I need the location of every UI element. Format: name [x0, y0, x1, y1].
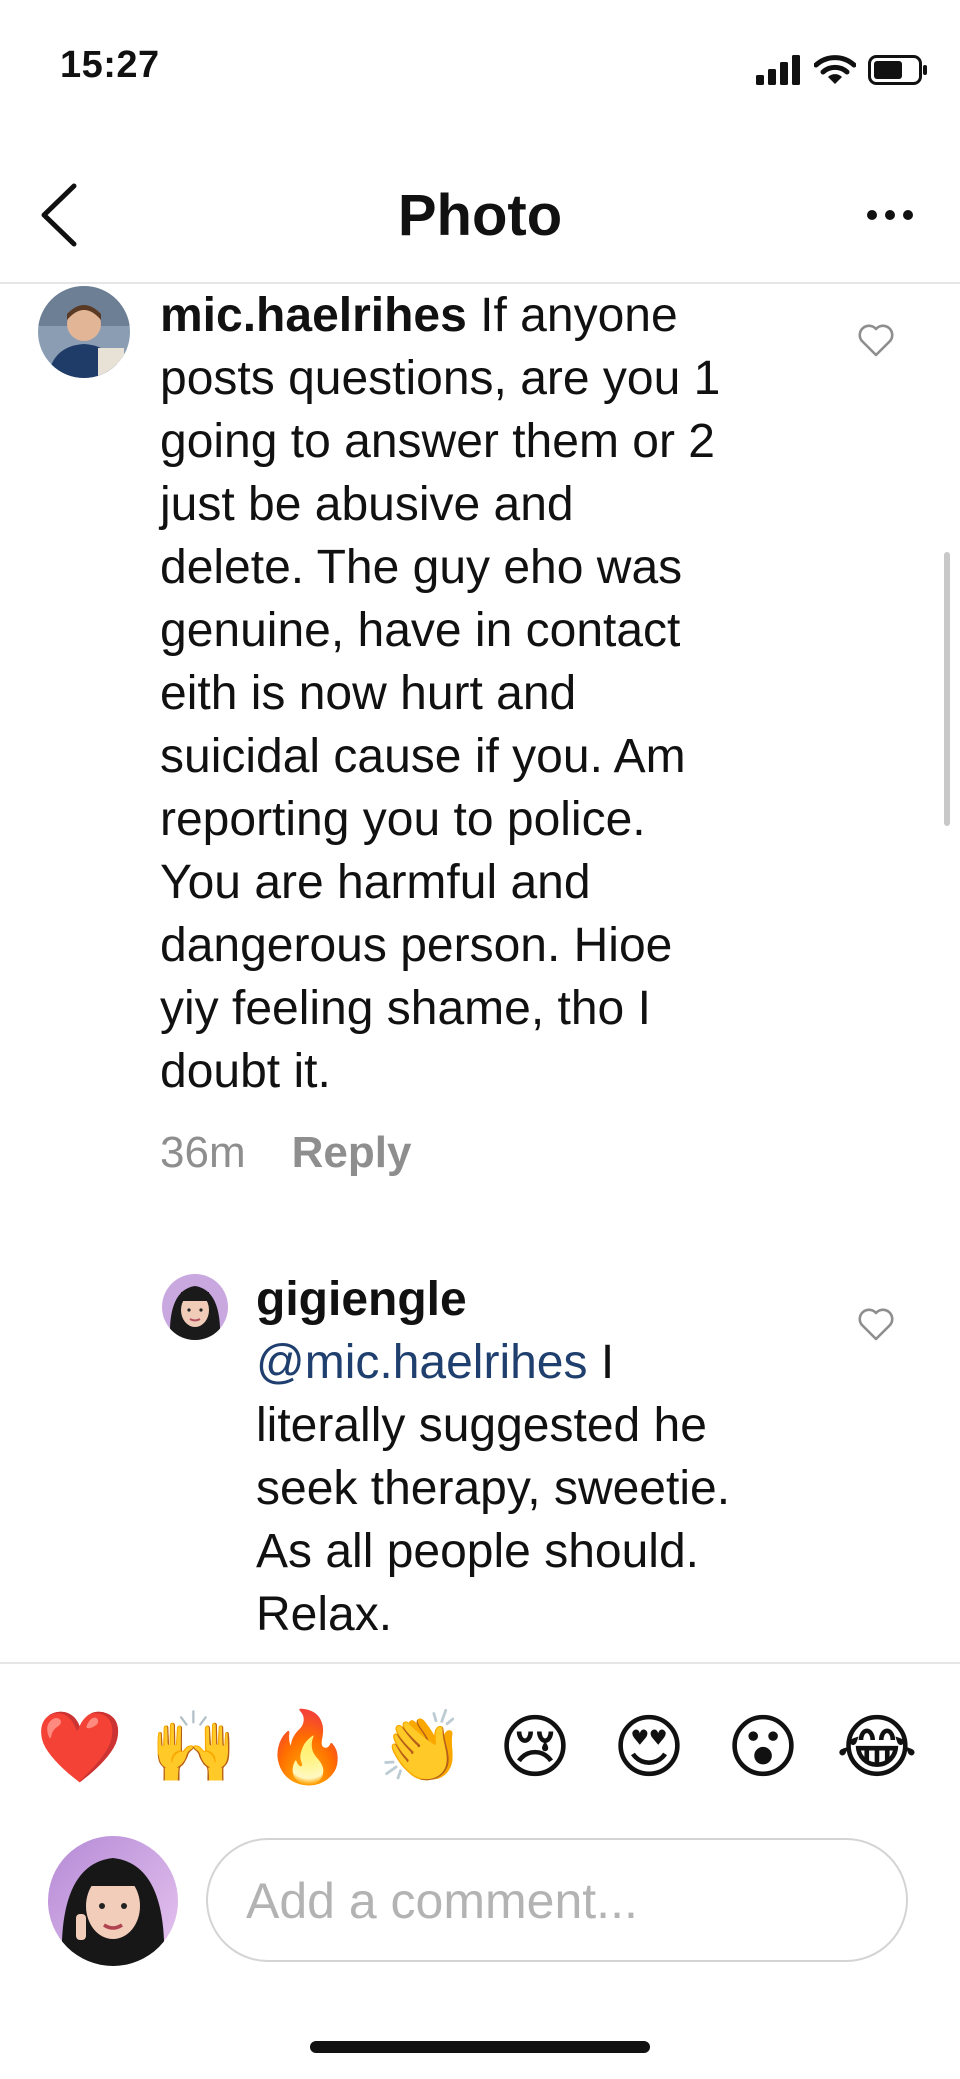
more-options-icon[interactable]	[860, 190, 920, 240]
reply-button[interactable]: Reply	[292, 1128, 412, 1177]
nav-header: Photo	[0, 160, 960, 284]
comment-composer	[0, 1830, 960, 1970]
heart-eyes-emoji-button[interactable]: 😍	[606, 1704, 692, 1790]
comment-line: Relax.	[256, 1588, 393, 1641]
mention-link[interactable]: @mic.haelrihes	[256, 1336, 588, 1389]
comment-line: delete. The guy eho was	[160, 541, 683, 594]
laughing-emoji-button[interactable]: 😂	[834, 1704, 920, 1790]
battery-icon	[868, 55, 927, 85]
comment-text: gigiengle @mic.haelrihes I literally sug…	[256, 1268, 856, 1646]
comment-line: I	[600, 1336, 615, 1389]
comment-input[interactable]	[244, 1868, 868, 1934]
comment-meta: 36m Reply	[160, 1128, 411, 1178]
comment-line: posts questions, are you 1	[160, 352, 721, 405]
comment-line: genuine, have in contact	[160, 604, 681, 657]
surprised-emoji-button[interactable]: 😮	[720, 1704, 806, 1790]
comment-line: eith is now hurt and	[160, 667, 577, 720]
crying-emoji-button[interactable]: 😢	[492, 1704, 578, 1790]
comment-line: dangerous person. Hioe	[160, 919, 673, 972]
emoji-reaction-bar: ❤️ 🙌 🔥 👏 😢 😍 😮 😂	[0, 1662, 960, 1786]
comment-line: As all people should.	[256, 1525, 699, 1578]
comment-line: seek therapy, sweetie.	[256, 1462, 731, 1515]
comment-timestamp: 36m	[160, 1128, 246, 1177]
status-icons	[756, 50, 928, 90]
comment-line: doubt it.	[160, 1045, 331, 1098]
commenter-avatar[interactable]	[38, 286, 130, 378]
wifi-icon	[814, 55, 856, 84]
like-heart-icon[interactable]	[856, 1306, 896, 1342]
like-heart-icon[interactable]	[856, 322, 896, 358]
clapping-emoji-button[interactable]: 👏	[378, 1704, 465, 1790]
comment-text: mic.haelrihes If anyone posts questions,…	[160, 284, 820, 1103]
comment-line: You are harmful and	[160, 856, 591, 909]
scrollbar[interactable]	[944, 552, 950, 826]
heart-emoji-button[interactable]: ❤️	[36, 1704, 123, 1790]
comment-line: reporting you to police.	[160, 793, 646, 846]
commenter-avatar[interactable]	[162, 1274, 228, 1340]
comment-line: just be abusive and	[160, 478, 574, 531]
raised-hands-emoji-button[interactable]: 🙌	[150, 1704, 237, 1790]
comment-username[interactable]: mic.haelrihes	[160, 289, 467, 342]
status-time: 15:27	[60, 44, 160, 86]
home-indicator[interactable]	[310, 2041, 650, 2053]
comment-reply-item: gigiengle @mic.haelrihes I literally sug…	[0, 1270, 960, 1660]
comment-input-wrapper[interactable]	[206, 1838, 908, 1962]
comment-line: suicidal cause if you. Am	[160, 730, 686, 783]
cellular-signal-icon	[756, 55, 800, 85]
current-user-avatar	[48, 1836, 178, 1966]
status-bar: 15:27	[0, 0, 960, 140]
comment-line: yiy feeling shame, tho I	[160, 982, 651, 1035]
comment-item: mic.haelrihes If anyone posts questions,…	[0, 284, 960, 1184]
comment-line: If anyone	[480, 289, 678, 342]
comment-line: going to answer them or 2	[160, 415, 715, 468]
page-title: Photo	[397, 183, 563, 248]
comment-username[interactable]: gigiengle	[256, 1273, 467, 1326]
comment-line: literally suggested he	[256, 1399, 707, 1452]
fire-emoji-button[interactable]: 🔥	[264, 1704, 351, 1790]
